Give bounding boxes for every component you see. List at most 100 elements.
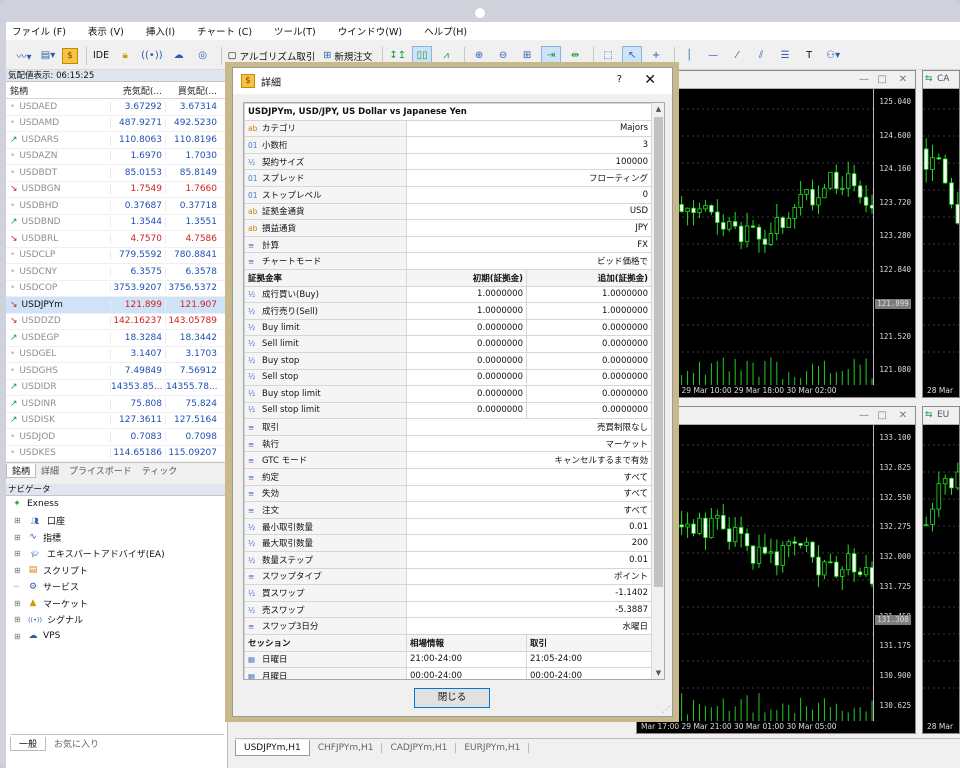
close-icon[interactable]: ✕	[644, 72, 656, 88]
minimize-icon[interactable]: —	[859, 410, 869, 421]
margin-label: Sell stop	[262, 372, 299, 383]
market-watch-row[interactable]: ↗ USDINR 75.808 75.824	[6, 396, 227, 413]
text-tool-icon[interactable]: T	[799, 46, 819, 66]
col-ask[interactable]: 買気配(...	[165, 84, 220, 97]
spec-list[interactable]: USDJPYm, USD/JPY, US Dollar vs Japanese …	[243, 102, 665, 680]
close-button[interactable]: 閉じる	[414, 688, 490, 708]
ide-button[interactable]: IDE	[91, 46, 111, 66]
market-watch-row[interactable]: • USDAED 3.67292 3.67314	[6, 99, 227, 116]
maximize-icon[interactable]: □	[878, 74, 887, 85]
market-watch-row[interactable]: ↗ USDISK 127.3611 127.5164	[6, 413, 227, 429]
market-watch-row[interactable]: ↗ USDBND 1.3544 1.3551	[6, 215, 227, 231]
maximize-icon[interactable]: □	[878, 410, 887, 421]
market-watch-row[interactable]: ↗ USDIDR 14353.85... 14355.78...	[6, 380, 227, 396]
chart-tab-eurjpy[interactable]: EURJPYm,H1	[456, 742, 530, 753]
spec-scrollbar[interactable]: ▲ ▼	[651, 103, 664, 679]
marketplace-icon[interactable]: $	[62, 47, 78, 64]
market-watch-row[interactable]: ↗ USDEGP 18.3284 18.3442	[6, 330, 227, 347]
market-watch-row[interactable]: • USDBDT 85.0153 85.8149	[6, 165, 227, 182]
chart-type-icon[interactable]: 〰▾	[14, 46, 34, 66]
scroll-up-icon[interactable]: ▲	[652, 103, 664, 115]
template-icon[interactable]: ▤▾	[38, 46, 58, 66]
market-watch-row[interactable]: ↘ USDJPYm 121.899 121.907	[6, 297, 227, 314]
menu-item[interactable]: 表示 (V)	[88, 24, 124, 38]
market-watch-row[interactable]: • USDAZN 1.6970 1.7030	[6, 149, 227, 165]
expand-icon[interactable]: ⊞	[14, 615, 26, 624]
navigator-item[interactable]: ⊞ ▤ スクリプト	[6, 562, 227, 579]
col-symbol[interactable]: 銘柄	[6, 84, 110, 97]
market-watch-row[interactable]: • USDAMD 487.9271 492.5230	[6, 116, 227, 132]
chart-tab-chfjpy[interactable]: CHFJPYm,H1	[310, 742, 383, 753]
tree-line-icon[interactable]: ┈	[14, 582, 26, 591]
resize-grip-icon[interactable]: ⋰	[662, 705, 670, 714]
tab-symbols[interactable]: 銘柄	[6, 463, 37, 478]
market-watch-row[interactable]: ↗ USDARS 110.8063 110.8196	[6, 132, 227, 149]
globe-icon[interactable]: ◎	[193, 46, 213, 66]
channel-icon[interactable]: ⫽	[751, 46, 771, 66]
expand-icon[interactable]: ⊞	[14, 533, 26, 542]
scroll-thumb[interactable]	[654, 117, 663, 587]
menu-item[interactable]: 挿入(I)	[146, 24, 175, 38]
tab-general[interactable]: 一般	[10, 736, 47, 751]
minimize-icon[interactable]: —	[859, 74, 869, 85]
navigator-item[interactable]: ⊞ ▲ マーケット	[6, 595, 227, 612]
market-watch-row[interactable]: • USDCNY 6.3575 6.3578	[6, 264, 227, 281]
navigator-item[interactable]: ⊞ 👥︎ 口座	[6, 513, 227, 530]
lock-icon[interactable]: 🔒︎	[115, 46, 135, 66]
chart-tab-cadjpy[interactable]: CADJPYm,H1	[382, 742, 457, 753]
horizontal-line-icon[interactable]: —	[703, 46, 723, 66]
trendline-icon[interactable]: ⁄	[727, 46, 747, 66]
candle	[721, 214, 726, 237]
menu-item[interactable]: ツール(T)	[274, 24, 316, 38]
shapes-icon[interactable]: ⚇▾	[823, 46, 843, 66]
bid-cell: 3.1407	[110, 349, 165, 360]
candle-chart-partial[interactable]	[923, 89, 960, 387]
help-button[interactable]: ?	[617, 74, 622, 85]
expand-icon[interactable]: ⊞	[14, 566, 26, 575]
chart-window-cad[interactable]: ⇆ CA 28 Mar	[922, 70, 960, 398]
vps-icon[interactable]: ☁	[169, 46, 189, 66]
navigator-item[interactable]: ⊞ ∿ 指標	[6, 529, 227, 546]
close-icon[interactable]: ✕	[899, 410, 907, 421]
market-watch-row[interactable]: ↘ USDDZD 142.16237 143.05789	[6, 314, 227, 330]
market-watch-row[interactable]: • USDGEL 3.1407 3.1703	[6, 347, 227, 363]
menu-item[interactable]: ウインドウ(W)	[338, 24, 402, 38]
navigator-item-label: VPS	[43, 631, 61, 642]
col-bid[interactable]: 売気配(...	[110, 84, 165, 97]
expand-icon[interactable]: ⊞	[14, 632, 26, 641]
signal-icon[interactable]: ((•))	[139, 46, 165, 66]
vertical-line-icon[interactable]: │	[679, 46, 699, 66]
tab-priceboard[interactable]: プライスボード	[64, 464, 137, 477]
tab-favorites[interactable]: お気に入り	[46, 737, 107, 750]
scroll-down-icon[interactable]: ▼	[652, 667, 664, 679]
navigator-item[interactable]: ⊞ ☁ VPS	[6, 628, 227, 645]
market-watch-row[interactable]: • USDKES 114.65186 115.09207	[6, 446, 227, 462]
market-watch-row[interactable]: ↘ USDBGN 1.7549 1.7660	[6, 182, 227, 198]
expand-icon[interactable]: ⊞	[14, 599, 26, 608]
market-watch-row[interactable]: • USDBHD 0.37687 0.37718	[6, 198, 227, 215]
fibonacci-icon[interactable]: ☰	[775, 46, 795, 66]
navigator-item[interactable]: ⊞ 🎓︎ エキスパートアドバイザ(EA)	[6, 546, 227, 563]
menu-item[interactable]: ファイル (F)	[12, 24, 66, 38]
market-watch-row[interactable]: ↘ USDBRL 4.7570 4.7586	[6, 231, 227, 248]
chart-tab-usdjpy[interactable]: USDJPYm,H1	[235, 739, 310, 756]
market-watch-row[interactable]: • USDCLP 779.5592 780.8841	[6, 248, 227, 264]
market-watch-row[interactable]: • USDCOP 3753.9207 3756.5372	[6, 281, 227, 297]
navigator-item[interactable]: ⊞ ((•)) シグナル	[6, 612, 227, 629]
menu-item[interactable]: ヘルプ(H)	[424, 24, 467, 38]
chart-window-eur[interactable]: ⇆ EU 28 Mar	[922, 406, 960, 734]
menu-item[interactable]: チャート (C)	[197, 24, 252, 38]
market-watch-row[interactable]: • USDGHS 7.49849 7.56912	[6, 363, 227, 380]
navigator-root[interactable]: ✦ Exness	[6, 496, 227, 513]
tab-ticks[interactable]: ティック	[137, 464, 182, 477]
close-icon[interactable]: ✕	[899, 74, 907, 85]
symbol-cell: ↗ USDARS	[6, 135, 110, 145]
tab-details[interactable]: 詳細	[36, 464, 64, 477]
trend-neutral-icon: •	[10, 151, 16, 162]
candle-chart-partial[interactable]	[923, 425, 960, 723]
margin-label: 成行売り(Sell)	[262, 306, 318, 317]
navigator-item[interactable]: ┈ ⚙ サービス	[6, 579, 227, 596]
expand-icon[interactable]: ⊞	[14, 516, 26, 525]
expand-icon[interactable]: ⊞	[14, 549, 26, 558]
market-watch-row[interactable]: • USDJOD 0.7083 0.7098	[6, 429, 227, 446]
